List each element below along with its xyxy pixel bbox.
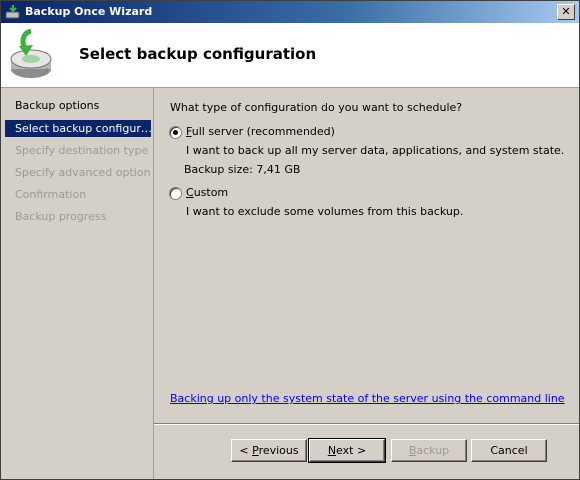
custom-description: I want to exclude some volumes from this… <box>186 205 464 218</box>
previous-button[interactable]: < Previous <box>231 439 307 462</box>
step-confirmation: Confirmation <box>15 188 87 201</box>
wizard-steps-sidebar: Backup options Select backup configur… S… <box>1 88 154 479</box>
configuration-question: What type of configuration do you want t… <box>170 101 463 114</box>
close-button[interactable]: ✕ <box>557 4 575 20</box>
backup-disk-icon <box>10 29 52 78</box>
system-state-command-line-link[interactable]: Backing up only the system state of the … <box>170 392 565 405</box>
custom-radio[interactable] <box>169 187 182 200</box>
cancel-button[interactable]: Cancel <box>471 439 547 462</box>
step-specify-destination-type: Specify destination type <box>15 144 149 157</box>
backup-size-text: Backup size: 7,41 GB <box>184 163 301 176</box>
full-server-radio[interactable] <box>169 126 182 139</box>
footer-divider <box>154 423 579 425</box>
page-title: Select backup configuration <box>79 45 317 63</box>
backup-app-icon <box>5 5 20 19</box>
title-bar[interactable]: Backup Once Wizard ✕ <box>1 1 579 23</box>
step-backup-progress: Backup progress <box>15 210 107 223</box>
step-specify-advanced-option: Specify advanced option <box>15 166 151 179</box>
custom-label[interactable]: Custom <box>186 186 228 199</box>
wizard-content: What type of configuration do you want t… <box>154 88 579 423</box>
step-backup-options[interactable]: Backup options <box>5 97 151 114</box>
step-select-backup-configuration[interactable]: Select backup configur… <box>5 120 151 137</box>
wizard-header: Select backup configuration <box>1 23 579 88</box>
full-server-description: I want to back up all my server data, ap… <box>186 144 565 157</box>
wizard-window: Backup Once Wizard ✕ Select backup confi… <box>0 0 580 480</box>
radio-selected-dot <box>173 130 178 135</box>
full-server-label[interactable]: Full server (recommended) <box>186 125 335 138</box>
window-title: Backup Once Wizard <box>25 5 153 18</box>
next-button[interactable]: Next > <box>308 438 386 463</box>
backup-button: Backup <box>391 439 467 462</box>
